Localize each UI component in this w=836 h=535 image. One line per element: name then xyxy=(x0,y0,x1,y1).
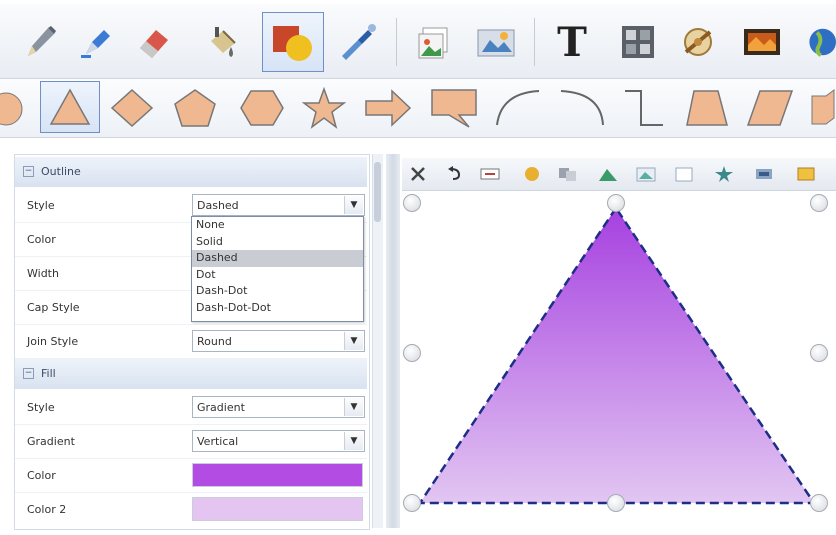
outline-width-label: Width xyxy=(27,267,59,280)
dropdown-option[interactable]: Dashed xyxy=(192,250,363,267)
elbow-line-icon[interactable] xyxy=(618,85,670,131)
pencil-tool-icon[interactable] xyxy=(16,14,64,70)
star-shape-icon[interactable] xyxy=(298,85,350,131)
fill-color2-row: Color 2 xyxy=(15,492,367,526)
dropdown-option[interactable]: Dot xyxy=(192,267,363,284)
resize-handle-top-left[interactable] xyxy=(403,194,421,212)
resize-handle-right[interactable] xyxy=(810,344,828,362)
outline-style-value: Dashed xyxy=(197,199,239,212)
trapezoid-shape-icon[interactable] xyxy=(680,85,734,131)
resize-handle-bottom-right[interactable] xyxy=(810,494,828,512)
gradient-select[interactable]: Vertical ▼ xyxy=(192,430,365,452)
eraser-tool-icon[interactable] xyxy=(128,14,178,70)
resize-handle-top[interactable] xyxy=(607,194,625,212)
dropdown-option[interactable]: Dash-Dot xyxy=(192,283,363,300)
globe-icon[interactable] xyxy=(798,14,836,70)
eyedropper-icon[interactable] xyxy=(330,14,386,70)
chevron-down-icon[interactable]: ▼ xyxy=(344,432,363,450)
arc-line-icon[interactable] xyxy=(490,85,546,131)
clip-art-icon[interactable] xyxy=(468,14,524,70)
splitter-handle[interactable] xyxy=(386,154,400,528)
triangle-shape-icon[interactable] xyxy=(40,81,100,133)
hexagon-shape-icon[interactable] xyxy=(234,85,290,131)
join-style-label: Join Style xyxy=(27,335,79,348)
paint-bucket-icon[interactable] xyxy=(196,14,248,70)
triangle-shape[interactable] xyxy=(402,158,836,535)
outline-style-label: Style xyxy=(27,199,55,212)
fill-color-swatch[interactable] xyxy=(192,463,363,487)
collapse-toggle-icon[interactable]: − xyxy=(23,368,34,379)
resize-handle-top-right[interactable] xyxy=(810,194,828,212)
outline-color-label: Color xyxy=(27,233,56,246)
drawing-canvas[interactable] xyxy=(402,158,836,535)
shapes-toolbar xyxy=(0,79,836,138)
outline-group-title: Outline xyxy=(41,165,81,178)
dropdown-option[interactable]: Solid xyxy=(192,234,363,251)
properties-panel: − Outline Style Dashed ▼ Color Width Cap… xyxy=(14,154,370,530)
circle-shape-icon[interactable] xyxy=(0,87,30,131)
resize-handle-left[interactable] xyxy=(403,344,421,362)
table-icon[interactable] xyxy=(612,14,664,70)
fill-color-row: Color xyxy=(15,458,367,493)
fill-style-row: Style Gradient ▼ xyxy=(15,390,367,425)
callout-shape-icon[interactable] xyxy=(426,85,482,131)
collapse-toggle-icon[interactable]: − xyxy=(23,166,34,177)
gradient-value: Vertical xyxy=(197,435,239,448)
text-tool-icon[interactable]: T xyxy=(546,14,598,70)
parallelogram-shape-icon[interactable] xyxy=(742,85,798,131)
fill-color2-label: Color 2 xyxy=(27,503,67,516)
diamond-shape-icon[interactable] xyxy=(106,85,158,131)
pentagon-shape-icon[interactable] xyxy=(168,85,222,131)
arrow-shape-icon[interactable] xyxy=(360,85,416,131)
video-icon[interactable] xyxy=(736,14,788,70)
chevron-down-icon[interactable]: ▼ xyxy=(344,332,363,350)
join-style-value: Round xyxy=(197,335,232,348)
outline-style-select[interactable]: Dashed ▼ xyxy=(192,194,365,216)
resize-handle-bottom[interactable] xyxy=(607,494,625,512)
toolbar-divider xyxy=(534,18,535,66)
marker-tool-icon[interactable] xyxy=(72,14,120,70)
fill-style-select[interactable]: Gradient ▼ xyxy=(192,396,365,418)
shapes-tool-icon[interactable] xyxy=(262,12,324,72)
outline-group-header[interactable]: − Outline xyxy=(15,157,367,187)
panel-scrollbar[interactable] xyxy=(372,154,383,528)
gradient-label: Gradient xyxy=(27,435,75,448)
scrollbar-thumb[interactable] xyxy=(374,162,381,222)
cube-shape-icon[interactable] xyxy=(806,85,836,131)
gradient-row: Gradient Vertical ▼ xyxy=(15,424,367,459)
cap-style-label: Cap Style xyxy=(27,301,80,314)
fill-color-label: Color xyxy=(27,469,56,482)
curve-line-icon[interactable] xyxy=(554,85,610,131)
fill-style-value: Gradient xyxy=(197,401,245,414)
join-style-select[interactable]: Round ▼ xyxy=(192,330,365,352)
fill-group-title: Fill xyxy=(41,367,56,380)
outline-join-style-row: Join Style Round ▼ xyxy=(15,324,367,359)
dropdown-option[interactable]: Dash-Dot-Dot xyxy=(192,300,363,317)
fill-style-label: Style xyxy=(27,401,55,414)
fill-group-header[interactable]: − Fill xyxy=(15,359,367,389)
fill-color2-swatch[interactable] xyxy=(192,497,363,521)
text-tool-label: T xyxy=(557,18,587,66)
resource-tool-icon[interactable] xyxy=(672,14,724,70)
dropdown-option[interactable]: None xyxy=(192,217,363,234)
chevron-down-icon[interactable]: ▼ xyxy=(344,196,363,214)
insert-image-icon[interactable] xyxy=(408,14,460,70)
chevron-down-icon[interactable]: ▼ xyxy=(344,398,363,416)
outline-style-dropdown-list: None Solid Dashed Dot Dash-Dot Dash-Dot-Dot xyxy=(191,216,364,322)
toolbar-divider xyxy=(396,18,397,66)
resize-handle-bottom-left[interactable] xyxy=(403,494,421,512)
main-toolbar: T xyxy=(0,4,836,79)
